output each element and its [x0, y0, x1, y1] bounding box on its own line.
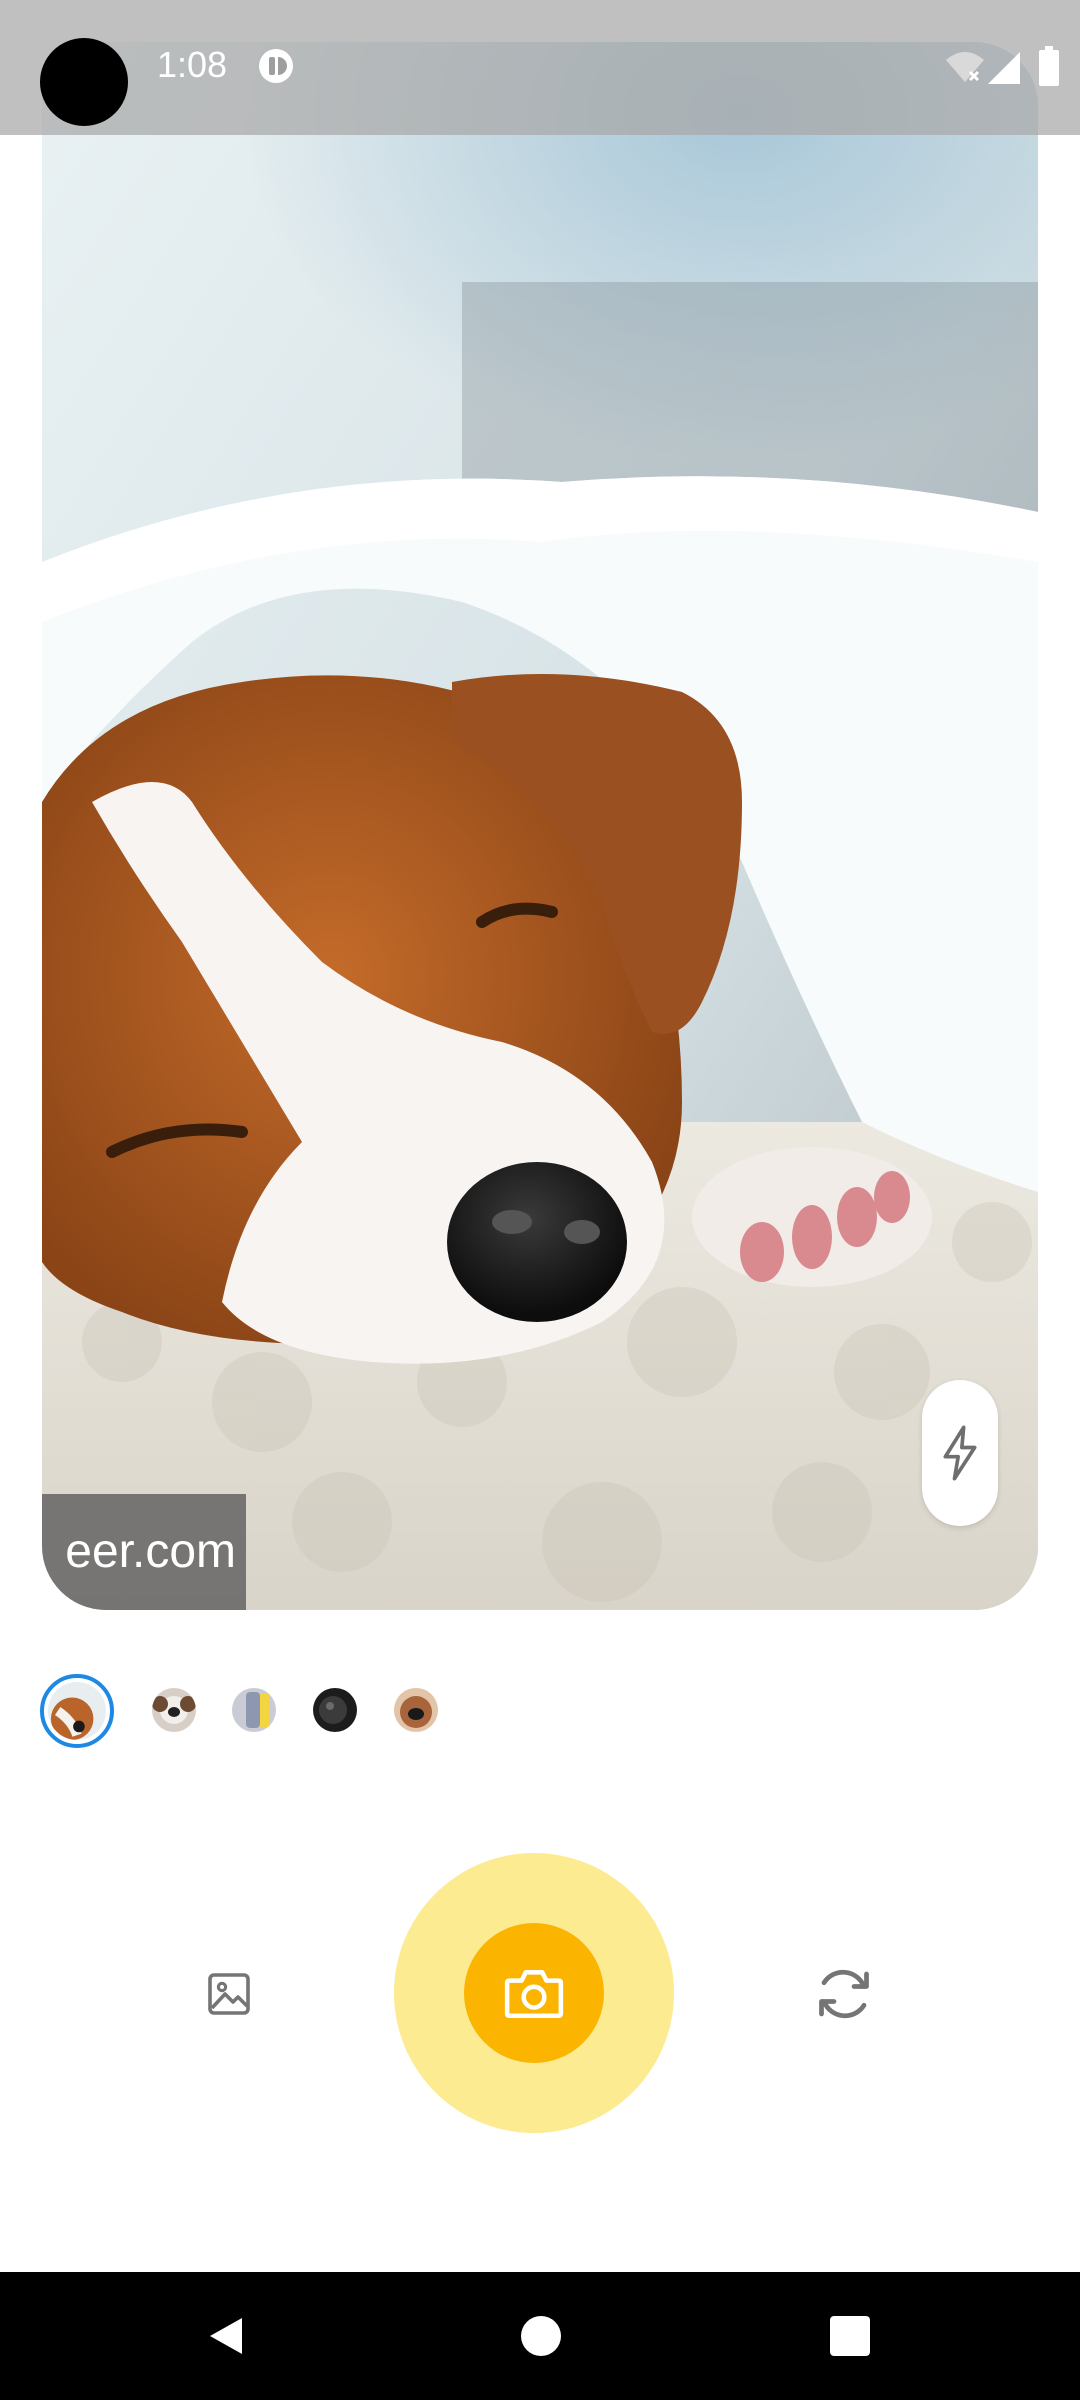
dog-face-thumbnail — [152, 1688, 196, 1732]
home-button[interactable] — [521, 2316, 561, 2356]
camera-screen: eer.com 1:08 — [0, 0, 1080, 2400]
switch-camera-button[interactable] — [806, 1956, 882, 2032]
recents-button[interactable] — [830, 2316, 870, 2356]
thumbnail-selected[interactable] — [40, 1674, 114, 1748]
shutter-button[interactable] — [464, 1923, 604, 2063]
app-notification-icon — [259, 49, 293, 83]
camera-preview[interactable]: eer.com — [42, 42, 1038, 1610]
switch-camera-icon — [819, 1969, 869, 2019]
thumbnail-item[interactable] — [394, 1688, 438, 1732]
puppy-thumbnail — [48, 1682, 106, 1740]
image-icon — [208, 1973, 250, 2015]
gallery-button[interactable] — [193, 1958, 265, 2030]
wifi-icon — [946, 52, 984, 82]
thumbnail-item[interactable] — [313, 1688, 357, 1732]
flash-button[interactable] — [922, 1380, 998, 1526]
camera-icon — [504, 1970, 564, 2019]
dark-object-thumbnail — [313, 1688, 357, 1732]
sleeping-puppy-photo — [42, 42, 1038, 1610]
puppy-nose-thumbnail — [394, 1688, 438, 1732]
back-button[interactable] — [204, 2314, 248, 2358]
thumbnail-item[interactable] — [152, 1688, 196, 1732]
flash-icon — [943, 1425, 977, 1481]
signal-icon — [988, 52, 1020, 84]
watermark-text: eer.com — [42, 1494, 246, 1610]
status-time: 1:08 — [157, 44, 228, 85]
battery-icon — [1039, 46, 1059, 86]
front-camera-cutout — [40, 38, 128, 126]
bottle-thumbnail — [232, 1688, 276, 1732]
thumbnail-item[interactable] — [232, 1688, 276, 1732]
